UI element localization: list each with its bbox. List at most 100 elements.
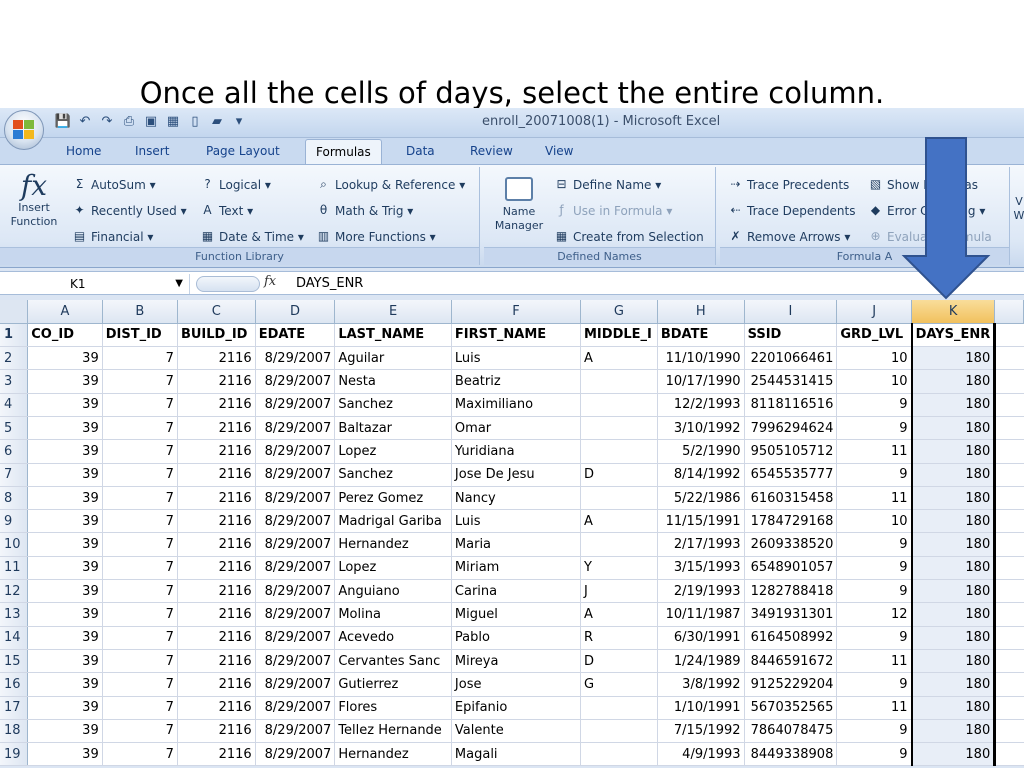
cell[interactable]: 2116	[177, 556, 256, 581]
cell[interactable]: 180	[910, 626, 997, 650]
cell[interactable]: 7	[102, 742, 178, 767]
cell[interactable]: Luis	[451, 509, 582, 534]
cell[interactable]: 9	[836, 579, 913, 604]
name-box[interactable]: K1 ▼	[4, 274, 190, 294]
cell[interactable]: 8/29/2007	[255, 556, 336, 581]
cell[interactable]: 39	[27, 346, 103, 371]
cell[interactable]: 180	[910, 509, 997, 534]
cell[interactable]: A	[580, 602, 658, 627]
insert-function-button[interactable]: fx Insert Function	[4, 171, 64, 229]
cell[interactable]: 180	[910, 696, 997, 720]
row-header[interactable]: 5	[0, 416, 29, 441]
cell[interactable]: 2116	[177, 346, 256, 371]
row-header[interactable]: 16	[0, 672, 29, 697]
trace-precedents-button[interactable]: ⇢ Trace Precedents	[728, 177, 849, 192]
tab-view[interactable]: View	[545, 144, 573, 158]
spreadsheet-grid[interactable]: ABCDEFGHIJK 1 CO_ID DIST_ID BUILD_ID EDATE LA…	[0, 300, 1024, 767]
cell[interactable]: 39	[27, 602, 103, 627]
cell[interactable]: R	[580, 626, 658, 650]
row-header[interactable]: 14	[0, 626, 29, 650]
cell[interactable]: 7	[102, 369, 178, 394]
cell[interactable]: 180	[910, 672, 997, 697]
column-header-h[interactable]: H	[657, 300, 745, 324]
cell[interactable]	[994, 509, 1024, 534]
cell[interactable]: 9	[836, 393, 913, 417]
row-header[interactable]: 7	[0, 463, 29, 487]
cell[interactable]: 2116	[177, 509, 256, 534]
save-icon[interactable]: 💾	[54, 112, 72, 130]
tab-data[interactable]: Data	[406, 144, 435, 158]
column-header-e[interactable]: E	[334, 300, 452, 324]
cell[interactable]: Perez Gomez	[334, 486, 452, 511]
cell[interactable]: 6/30/1991	[657, 626, 745, 650]
column-name-cell[interactable]: EDATE	[255, 323, 336, 348]
cell[interactable]	[994, 416, 1024, 441]
cell[interactable]: 9	[836, 672, 913, 697]
tab-home[interactable]: Home	[66, 144, 101, 158]
cell[interactable]: 3/15/1993	[657, 556, 745, 581]
cell[interactable]	[994, 556, 1024, 581]
row-header[interactable]: 12	[0, 579, 29, 604]
cell[interactable]	[580, 369, 658, 394]
cell[interactable]: 12/2/1993	[657, 393, 745, 417]
cell[interactable]: 1/10/1991	[657, 696, 745, 720]
fx-icon[interactable]: fx	[264, 274, 276, 289]
column-name-cell[interactable]: BDATE	[657, 323, 745, 348]
cell[interactable]: 2116	[177, 719, 256, 744]
cell[interactable]: Omar	[451, 416, 582, 441]
cell[interactable]: Flores	[334, 696, 452, 720]
column-name-cell[interactable]: GRD_LVL	[836, 323, 913, 348]
cell[interactable]: 8/29/2007	[255, 369, 336, 394]
cell[interactable]: 11/10/1990	[657, 346, 745, 371]
cell[interactable]: 2609338520	[744, 532, 838, 557]
cell[interactable]	[580, 439, 658, 464]
cell[interactable]: 1784729168	[744, 509, 838, 534]
cell[interactable]: 2116	[177, 672, 256, 697]
cell[interactable]: Baltazar	[334, 416, 452, 441]
row-header[interactable]: 13	[0, 602, 29, 627]
cell[interactable]: Cervantes Sanc	[334, 649, 452, 674]
error-checking-button[interactable]: ◆ Error Checking ▾	[868, 203, 986, 218]
cell[interactable]: Miriam	[451, 556, 582, 581]
cell[interactable]: 180	[910, 556, 997, 581]
cell[interactable]: 11	[836, 696, 913, 720]
formula-bar-resize-handle[interactable]	[196, 276, 260, 292]
column-header-c[interactable]: C	[177, 300, 256, 324]
cell[interactable]: 180	[910, 393, 997, 417]
cell[interactable]: Hernandez	[334, 532, 452, 557]
cell[interactable]: 10/17/1990	[657, 369, 745, 394]
cell[interactable]: 8/29/2007	[255, 439, 336, 464]
cell[interactable]: 9	[836, 556, 913, 581]
cell[interactable]: Nancy	[451, 486, 582, 511]
cell[interactable]	[994, 369, 1024, 394]
cell[interactable]: D	[580, 649, 658, 674]
cell[interactable]: 39	[27, 532, 103, 557]
cell[interactable]: 8/29/2007	[255, 626, 336, 650]
cell[interactable]: Epifanio	[451, 696, 582, 720]
cell[interactable]	[994, 486, 1024, 511]
cell[interactable]: 2116	[177, 463, 256, 487]
cell[interactable]: 6548901057	[744, 556, 838, 581]
column-header-i[interactable]: I	[744, 300, 838, 324]
new-icon[interactable]: ▯	[186, 112, 204, 130]
cell[interactable]: 39	[27, 556, 103, 581]
column-header-f[interactable]: F	[451, 300, 582, 324]
cell[interactable]: 7	[102, 649, 178, 674]
cell[interactable]	[580, 719, 658, 744]
cell[interactable]: 3/8/1992	[657, 672, 745, 697]
cell[interactable]: 1/24/1989	[657, 649, 745, 674]
cell[interactable]: Maximiliano	[451, 393, 582, 417]
cell[interactable]: A	[580, 346, 658, 371]
tab-formulas[interactable]: Formulas	[305, 139, 382, 165]
cell[interactable]: 180	[910, 369, 997, 394]
cell[interactable]: 5/2/1990	[657, 439, 745, 464]
cell[interactable]: 7	[102, 626, 178, 650]
cell[interactable]: 10	[836, 509, 913, 534]
cell[interactable]: 9	[836, 532, 913, 557]
column-name-cell[interactable]: MIDDLE_I	[580, 323, 658, 348]
cell[interactable]: 7/15/1992	[657, 719, 745, 744]
open-icon[interactable]: ▰	[208, 112, 226, 130]
cell[interactable]: 11	[836, 439, 913, 464]
cell[interactable]	[994, 439, 1024, 464]
cell[interactable]: Magali	[451, 742, 582, 767]
